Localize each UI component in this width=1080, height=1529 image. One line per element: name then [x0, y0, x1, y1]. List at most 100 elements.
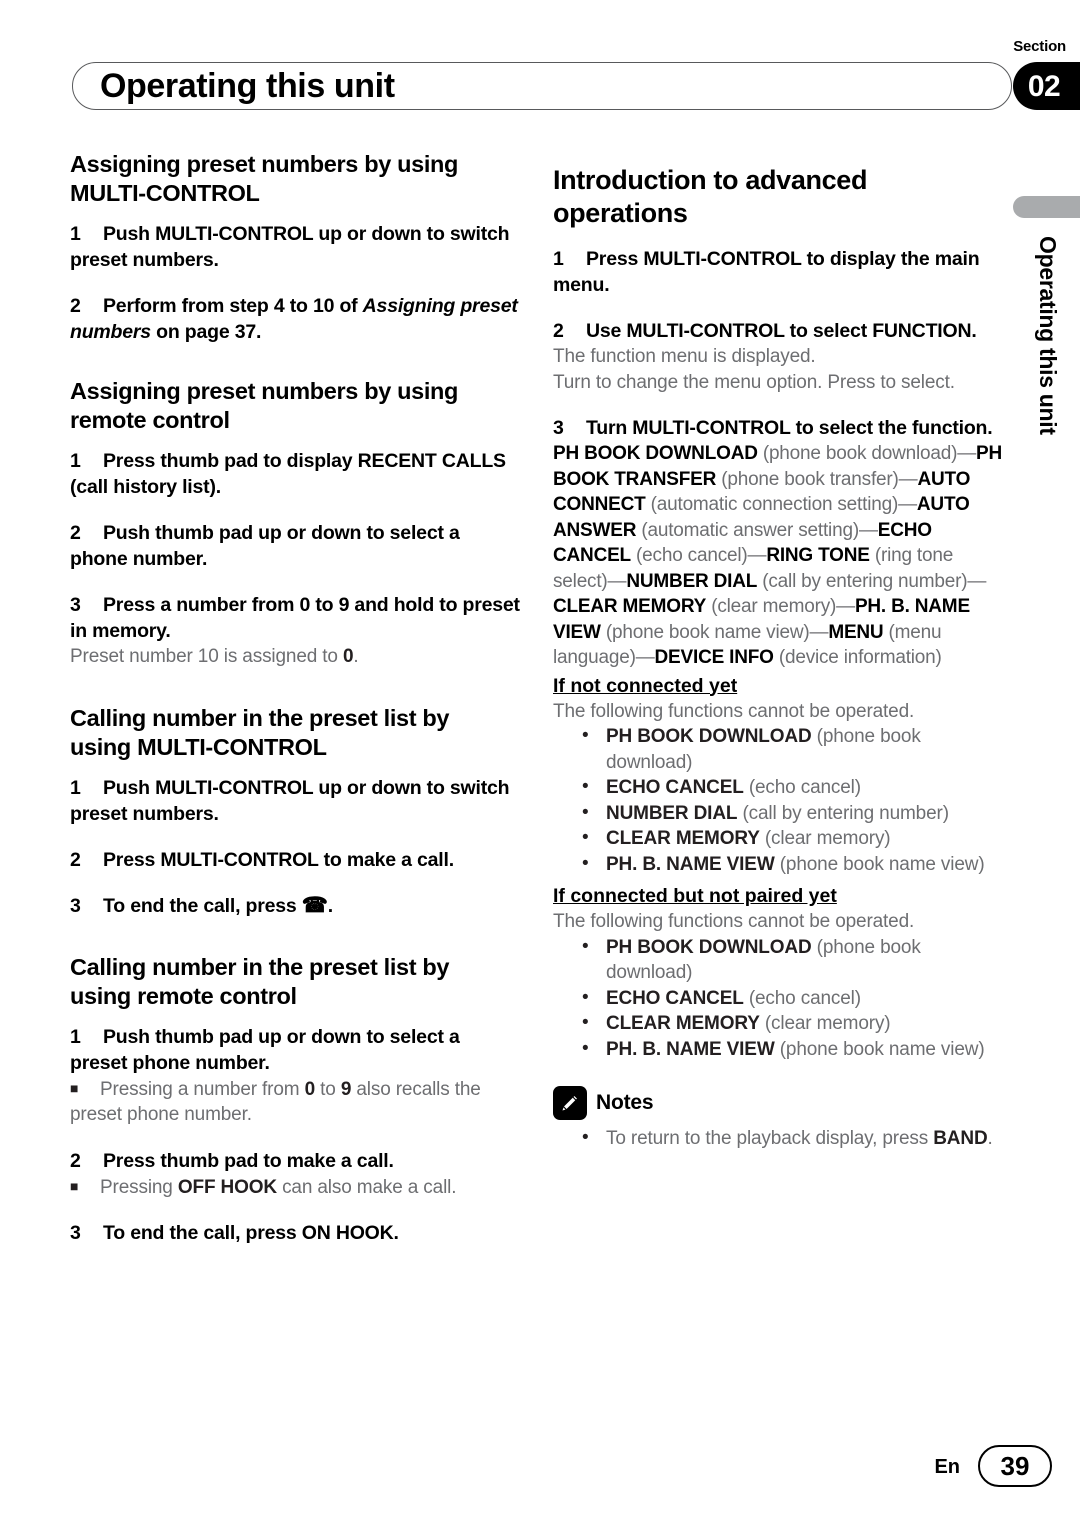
- item-keyword: ECHO CANCEL: [606, 987, 744, 1009]
- item-keyword: ECHO CANCEL: [606, 777, 744, 798]
- step-note: Turn to change the menu option. Press to…: [553, 371, 955, 393]
- heading-line-2: operations: [553, 198, 688, 228]
- step-text-post: .: [327, 894, 333, 917]
- function-name: DEVICE INFO: [654, 647, 774, 668]
- item-description: (echo cancel): [743, 777, 861, 798]
- heading-line-2: using remote control: [70, 982, 297, 1009]
- item-description: (echo cancel): [743, 987, 861, 1009]
- notes-block: Notes To return to the playback display,…: [553, 1086, 1005, 1152]
- list-item: PH. B. NAME VIEW (phone book name view): [553, 851, 1005, 878]
- step-item: 2 Perform from step 4 to 10 of Assigning …: [70, 293, 522, 345]
- function-description: (echo cancel)—: [630, 545, 767, 566]
- bullet-bold-offhook: OFF HOOK: [177, 1176, 277, 1198]
- function-description: (phone book name view)—: [600, 621, 829, 643]
- page-header: Operating this unit Section 02: [0, 0, 1080, 130]
- step-text: Push thumb pad up or down to select a pr…: [70, 1025, 460, 1074]
- function-description: (device information): [773, 647, 942, 668]
- item-text-post: .: [987, 1128, 993, 1149]
- heading-line-1: Assigning preset numbers by using: [70, 151, 459, 177]
- function-description: (clear memory)—: [706, 596, 855, 617]
- step-number: 3: [70, 1222, 81, 1244]
- section-assigning-preset-multicontrol: Assigning preset numbers by using MULTI-C…: [70, 150, 522, 345]
- note-bold-value: 0: [342, 646, 354, 667]
- item-keyword: CLEAR MEMORY: [606, 828, 760, 849]
- group-if-not-connected: If not connected yet The following funct…: [553, 671, 1005, 878]
- step-sub-bullet: ■ Pressing a number from 0 to 9 also reca…: [70, 1076, 522, 1128]
- bullet-text-pre: Pressing: [100, 1176, 178, 1198]
- item-keyword: CLEAR MEMORY: [606, 1013, 760, 1034]
- step-text: Push MULTI-CONTROL up or down to switch …: [70, 776, 510, 825]
- heading-line-2: remote control: [70, 407, 230, 433]
- list-not-connected-functions: PH BOOK DOWNLOAD (phone book download)EC…: [553, 723, 1005, 878]
- list-item: PH BOOK DOWNLOAD (phone book download): [553, 723, 1005, 775]
- step-text-post: on page 37.: [150, 321, 262, 343]
- list-item: NUMBER DIAL (call by entering number): [553, 800, 1005, 827]
- subgroup-intro: The following functions cannot be operat…: [553, 700, 915, 722]
- list-item: ECHO CANCEL (echo cancel): [553, 985, 1005, 1012]
- item-keyword: NUMBER DIAL: [606, 802, 738, 824]
- function-name: RING TONE: [766, 545, 870, 566]
- step-item: 1 Press MULTI-CONTROL to display the main…: [553, 246, 1005, 298]
- heading-calling-preset-remote: Calling number in the preset list by usin…: [70, 953, 522, 1011]
- step-note: Preset number 10 is assigned to 0.: [70, 644, 522, 670]
- heading-introduction-advanced-operations: Introduction to advanced operations: [553, 164, 1005, 230]
- notes-list: To return to the playback display, press…: [553, 1125, 1005, 1152]
- step-text: Push thumb pad up or down to select a ph…: [70, 522, 460, 570]
- heading-assigning-preset-remote: Assigning preset numbers by using remote …: [70, 377, 522, 435]
- function-description: (automatic connection setting)—: [645, 494, 917, 515]
- list-item: CLEAR MEMORY (clear memory): [553, 825, 1005, 852]
- item-keyword: PH BOOK DOWNLOAD: [606, 726, 812, 747]
- section-label: Section: [1013, 38, 1066, 55]
- telephone-icon: ☎: [301, 893, 328, 917]
- list-item: PH. B. NAME VIEW (phone book name view): [553, 1036, 1005, 1063]
- step-number: 2: [70, 522, 81, 544]
- step-item: 1 Push MULTI-CONTROL up or down to switch…: [70, 775, 522, 827]
- step-item: 3 To end the call, press ☎.: [70, 893, 522, 919]
- function-description: (call by entering number)—: [757, 570, 987, 592]
- function-name: CLEAR MEMORY: [553, 596, 707, 617]
- item-description: (phone book name view): [774, 853, 985, 875]
- footer-language: En: [934, 1456, 960, 1478]
- subheading-if-not-paired: If connected but not paired yet: [553, 885, 837, 907]
- function-name: PH BOOK DOWNLOAD: [553, 443, 758, 464]
- step-item: 3 Turn MULTI-CONTROL to select the functi…: [553, 415, 1005, 441]
- square-bullet-icon: ■: [70, 1177, 79, 1194]
- item-keyword: PH. B. NAME VIEW: [606, 853, 775, 875]
- heading-line-1: Calling number in the preset list by: [70, 704, 450, 731]
- thumb-tab-marker: [1013, 196, 1080, 218]
- item-keyword: PH BOOK DOWNLOAD: [606, 936, 812, 958]
- subheading-if-not-connected: If not connected yet: [553, 674, 738, 697]
- step-item: 2 Use MULTI-CONTROL to select FUNCTION.: [553, 318, 1005, 344]
- step-number: 3: [553, 417, 564, 439]
- step-item: 2 Press MULTI-CONTROL to make a call.: [70, 847, 522, 873]
- heading-calling-preset-multicontrol: Calling number in the preset list by usin…: [70, 704, 522, 762]
- step-number: 1: [70, 450, 81, 472]
- heading-line-1: Introduction to advanced: [553, 165, 868, 195]
- step-text-pre: Perform from step 4 to 10 of: [103, 295, 363, 317]
- step-item: 1 Push thumb pad up or down to select a p…: [70, 1024, 522, 1076]
- step-text: Push MULTI-CONTROL up or down to switch …: [70, 223, 510, 271]
- step-note: The function menu is displayed.: [553, 346, 816, 367]
- left-column: Assigning preset numbers by using MULTI-C…: [70, 150, 522, 1269]
- step-text: Press a number from 0 to 9 and hold to p…: [70, 594, 520, 642]
- notes-header: Notes: [553, 1086, 1005, 1120]
- item-keyword: BAND: [933, 1128, 988, 1149]
- heading-assigning-preset-multicontrol: Assigning preset numbers by using MULTI-C…: [70, 150, 522, 208]
- step-item: 1 Push MULTI-CONTROL up or down to switch…: [70, 221, 522, 273]
- function-description: (phone book transfer)—: [716, 468, 918, 490]
- list-item: To return to the playback display, press…: [553, 1125, 1005, 1152]
- heading-line-2: MULTI-CONTROL: [70, 180, 260, 206]
- item-description: (clear memory): [759, 1013, 891, 1034]
- step-text: Press thumb pad to display RECENT CALLS …: [70, 450, 506, 498]
- function-description: (automatic answer setting)—: [636, 519, 878, 541]
- step-number: 1: [70, 1025, 81, 1048]
- list-item: PH BOOK DOWNLOAD (phone book download): [553, 934, 1005, 986]
- function-chain-list: PH BOOK DOWNLOAD (phone book download)—P…: [553, 441, 1005, 671]
- section-number: 02: [1027, 70, 1061, 103]
- step-number: 2: [70, 295, 81, 317]
- step-sub-bullet: ■ Pressing OFF HOOK can also make a call.: [70, 1174, 522, 1201]
- function-name: NUMBER DIAL: [626, 570, 758, 592]
- step-number: 1: [70, 776, 81, 799]
- right-column: Introduction to advanced operations 1 Pres…: [553, 150, 1005, 1152]
- step-text: Press MULTI-CONTROL to display the main …: [553, 248, 980, 296]
